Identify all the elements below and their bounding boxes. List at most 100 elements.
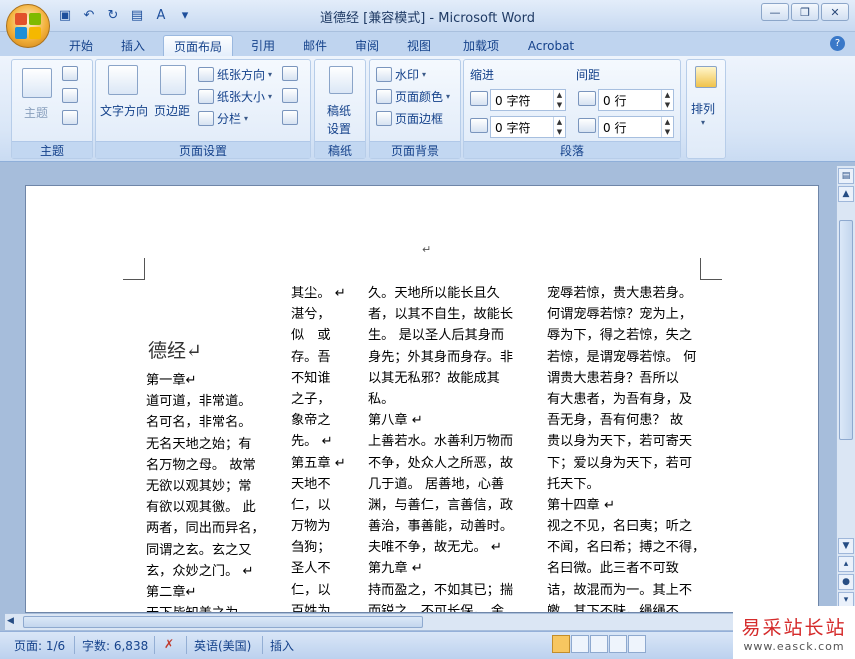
hyphenation-icon[interactable] <box>282 110 298 125</box>
text-line: 天地不 <box>291 476 331 492</box>
ruler-toggle-icon[interactable]: ▤ <box>838 168 854 184</box>
spacing-after-input[interactable]: 0 行 ▲ ▼ <box>598 116 674 138</box>
margins-button[interactable]: 页边距 <box>154 102 190 119</box>
tab-addins[interactable]: 加载项 <box>452 35 510 56</box>
indent-left-input[interactable]: 0 字符 ▲ ▼ <box>490 89 566 111</box>
text-line: 湛兮， <box>291 307 331 323</box>
scroll-up-icon[interactable]: ▲ <box>838 186 854 202</box>
text-line: 下；爱以身为天下，若可 <box>547 455 693 471</box>
full-screen-reading-view-icon[interactable] <box>571 635 589 653</box>
line-numbers-icon[interactable] <box>282 88 298 103</box>
text-line: 皦，其下不昧。绳绳不 <box>547 603 679 613</box>
document-page[interactable]: ↵ 德经↵ 第一章↵ 道可道，非常道。 名可名，非常名。 无名天地之始；有 名万物之母。… <box>25 185 819 613</box>
tab-home[interactable]: 开始 <box>58 35 104 56</box>
scroll-down-icon[interactable]: ▼ <box>838 538 854 554</box>
paper-size-icon <box>198 89 214 104</box>
theme-effects-icon[interactable] <box>62 110 78 125</box>
arrange-button[interactable]: 排列 <box>691 100 715 117</box>
tab-page-layout[interactable]: 页面布局 <box>163 35 233 56</box>
orientation-button[interactable]: 纸张方向 ▾ <box>198 66 272 83</box>
tab-review[interactable]: 审阅 <box>344 35 390 56</box>
text-line: 名万物之母。 故常 <box>146 457 256 473</box>
themes-icon[interactable] <box>22 68 52 98</box>
close-icon[interactable]: ✕ <box>821 3 849 21</box>
tab-view[interactable]: 视图 <box>396 35 442 56</box>
text-line: 名可名，非常名。 <box>146 415 252 431</box>
text-column-3: 久。天地所以能长且久 者，以其不自生，故能长 生。 是以圣人后其身而 身先；外其身而身… <box>368 283 514 612</box>
arrange-icon[interactable] <box>695 66 717 88</box>
status-page[interactable]: 页面: 1/6 <box>14 637 65 654</box>
text-line: 不知谁 <box>291 370 331 386</box>
text-line: 先。 ↵ <box>291 434 333 450</box>
page-color-icon <box>376 89 392 104</box>
indent-right-icon <box>470 118 488 133</box>
spacing-before-input[interactable]: 0 行 ▲ ▼ <box>598 89 674 111</box>
group-label-page-background: 页面背景 <box>370 141 460 158</box>
text-line: 道可道，非常道。 <box>146 394 252 410</box>
draft-view-icon[interactable] <box>628 635 646 653</box>
text-line: 若惊，是谓宠辱若惊。 何 <box>547 349 697 365</box>
status-divider <box>74 636 75 654</box>
text-line: 宠辱若惊，贵大患若身。 <box>547 286 693 301</box>
tab-mailings[interactable]: 邮件 <box>292 35 338 56</box>
status-divider <box>262 636 263 654</box>
manuscript-icon[interactable] <box>329 66 353 94</box>
columns-button[interactable]: 分栏 ▾ <box>198 110 248 127</box>
text-direction-button[interactable]: 文字方向 <box>100 102 148 119</box>
text-line: 贵以身为天下，若可寄天 <box>547 434 693 450</box>
text-line: 其尘。 ↵ <box>291 286 346 301</box>
text-line: 第五章 ↵ <box>291 455 346 471</box>
text-line: 几于道。 居善地，心善 <box>368 476 505 492</box>
previous-page-icon[interactable]: ▴ <box>838 556 854 572</box>
watermark-line2: www.easck.com <box>743 639 845 653</box>
page-color-button[interactable]: 页面颜色 ▾ <box>376 88 450 105</box>
ribbon-tabs: 开始 插入 页面布局 引用 邮件 审阅 视图 加载项 Acrobat ? <box>0 32 855 56</box>
status-insert-mode[interactable]: 插入 <box>270 637 294 654</box>
horizontal-scroll-thumb[interactable] <box>23 616 423 628</box>
text-direction-icon[interactable] <box>108 65 138 95</box>
watermark-button[interactable]: 水印 ▾ <box>376 66 426 83</box>
office-button[interactable] <box>6 4 50 48</box>
scroll-left-icon[interactable]: ◀ <box>7 616 14 626</box>
vertical-scroll-thumb[interactable] <box>839 220 853 440</box>
web-layout-view-icon[interactable] <box>590 635 608 653</box>
proofing-icon[interactable]: ✗ <box>164 637 174 651</box>
text-line: 第一章↵ <box>146 373 197 388</box>
text-line: 诘，故混而为一。其上不 <box>547 582 693 598</box>
print-layout-view-icon[interactable] <box>552 635 570 653</box>
manuscript-button-line1[interactable]: 稿纸 <box>327 102 351 119</box>
margins-icon[interactable] <box>160 65 186 95</box>
themes-button[interactable]: 主题 <box>24 104 48 121</box>
text-line: 第二章↵ <box>146 584 197 600</box>
vertical-scrollbar[interactable]: ▤ ▲ ▼ ▴ ● ▾ <box>836 166 855 612</box>
text-line: 视之不见，名曰夷；听之 <box>547 519 693 535</box>
select-browse-object-icon[interactable]: ● <box>838 574 854 590</box>
minimize-icon[interactable]: — <box>761 3 789 21</box>
text-line: 不争，处众人之所恶，故 <box>368 455 514 471</box>
size-button[interactable]: 纸张大小 ▾ <box>198 88 272 105</box>
page-borders-button[interactable]: 页面边框 <box>376 110 443 127</box>
tab-insert[interactable]: 插入 <box>110 35 156 56</box>
theme-fonts-icon[interactable] <box>62 88 78 103</box>
indent-right-input[interactable]: 0 字符 ▲ ▼ <box>490 116 566 138</box>
restore-icon[interactable]: ❐ <box>791 3 819 21</box>
status-language[interactable]: 英语(美国) <box>194 637 251 654</box>
group-paragraph: 缩进 间距 0 字符 ▲ ▼ 0 字符 ▲ ▼ 0 行 ▲ ▼ 0 行 ▲ ▼ 段落 <box>463 59 681 159</box>
text-column-2: 其尘。 ↵ 湛兮，似 或存。吾 不知谁 之子， 象帝之 先。 ↵ 第五章 ↵ 天地不 仁，以 万物… <box>291 283 346 612</box>
tab-references[interactable]: 引用 <box>240 35 286 56</box>
arrange-dropdown-icon[interactable]: ▾ <box>701 118 705 127</box>
tab-acrobat[interactable]: Acrobat <box>518 35 584 56</box>
document-heading: 德经↵ <box>148 340 202 362</box>
status-word-count[interactable]: 字数: 6,838 <box>82 637 148 654</box>
horizontal-scrollbar[interactable]: ◀ <box>5 613 825 630</box>
text-line: 私。 <box>368 391 395 407</box>
manuscript-button-line2[interactable]: 设置 <box>327 120 351 137</box>
group-label-manuscript: 稿纸 <box>315 141 365 158</box>
text-line: 名曰微。此三者不可致 <box>547 561 679 577</box>
breaks-icon[interactable] <box>282 66 298 81</box>
text-line: 辱为下，得之若惊，失之 <box>547 328 693 344</box>
outline-view-icon[interactable] <box>609 635 627 653</box>
help-icon[interactable]: ? <box>830 36 845 51</box>
theme-colors-icon[interactable] <box>62 66 78 81</box>
text-line: 同谓之玄。玄之又 <box>146 542 252 558</box>
